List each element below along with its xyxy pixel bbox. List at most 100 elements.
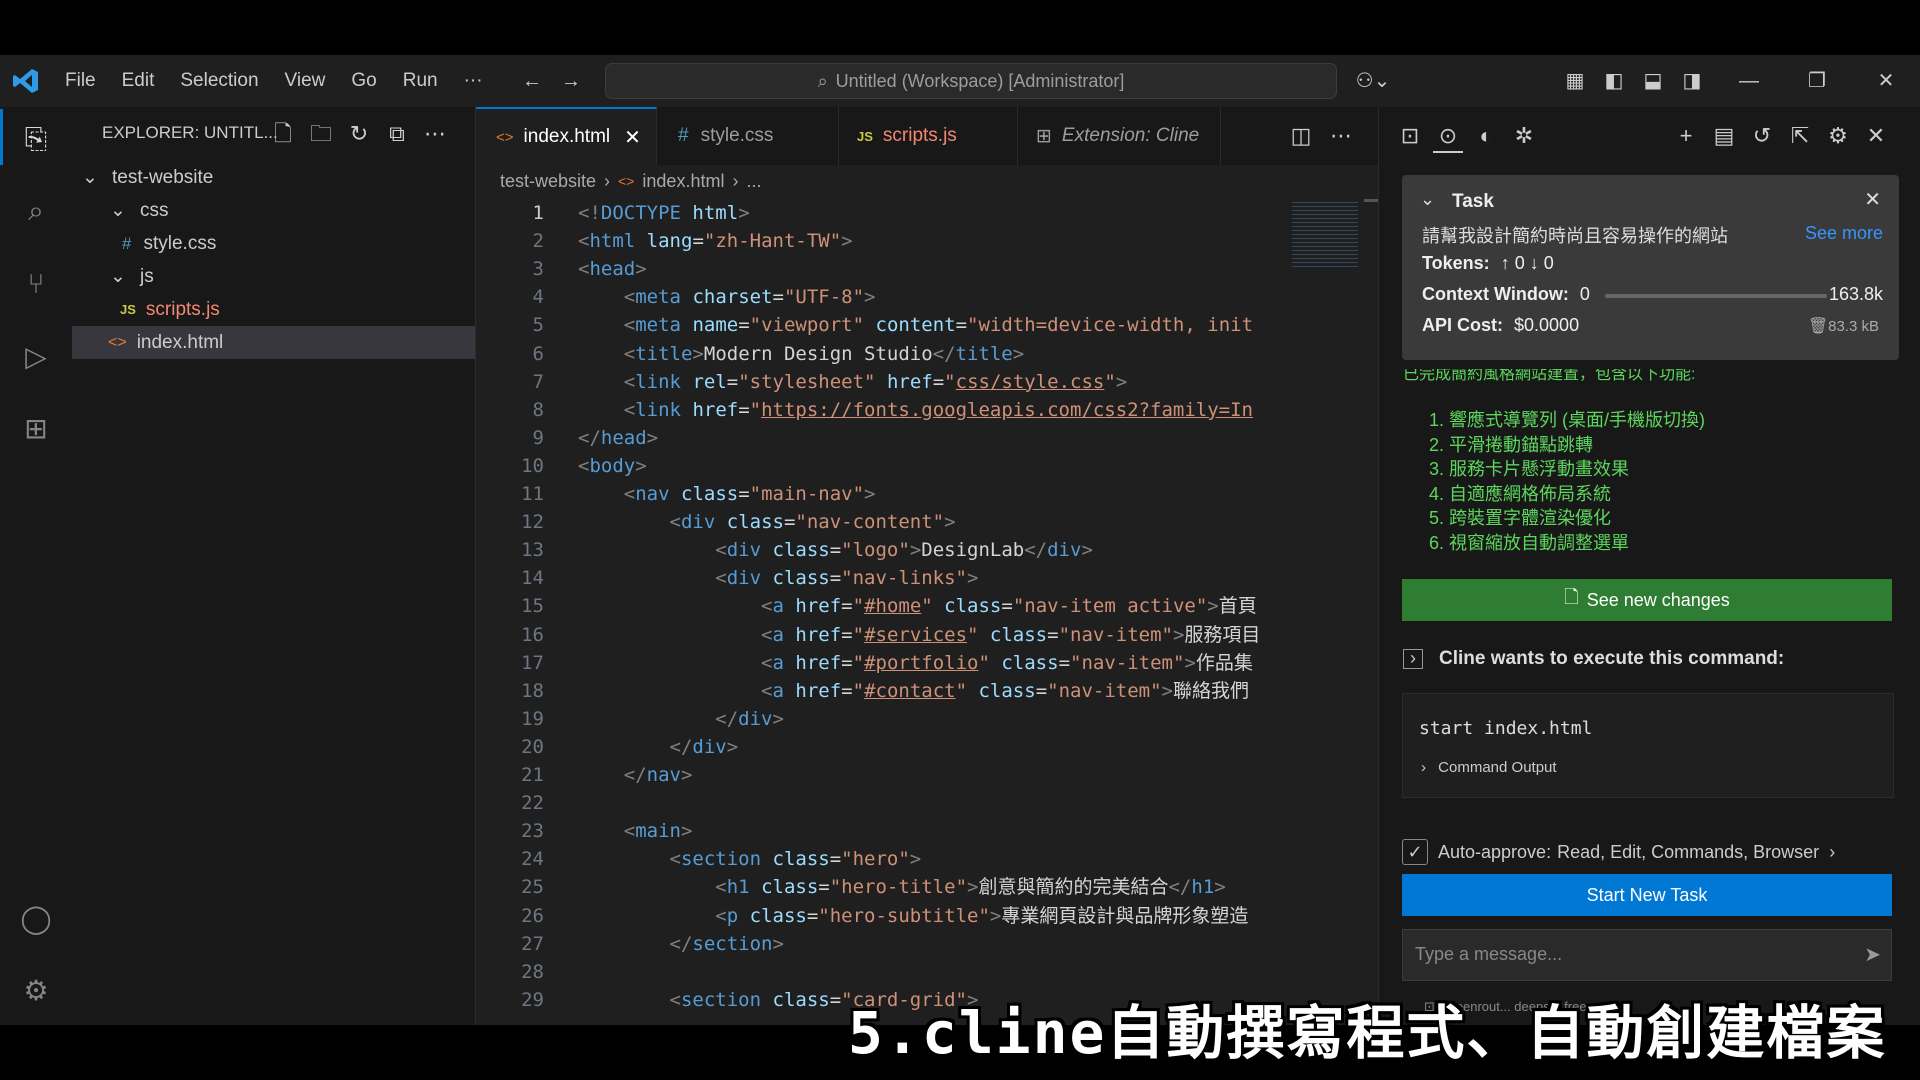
extensions-icon[interactable]: ⊞ bbox=[14, 407, 58, 451]
new-file-icon[interactable]: 🗋 bbox=[268, 119, 298, 149]
tab-scripts-js[interactable]: JS scripts.js bbox=[839, 107, 1018, 165]
command-center[interactable]: ⌕ Untitled (Workspace) [Administrator] bbox=[605, 63, 1337, 99]
start-new-task-button[interactable]: Start New Task bbox=[1402, 874, 1892, 916]
code-line[interactable]: 22 bbox=[476, 789, 1286, 817]
code-line[interactable]: 24 <section class="hero"> bbox=[476, 845, 1286, 873]
code-line[interactable]: 16 <a href="#services" class="nav-item">… bbox=[476, 621, 1286, 649]
terminal-icon: › bbox=[1403, 649, 1423, 669]
close-tab-icon[interactable]: ✕ bbox=[624, 125, 641, 150]
customize-layout-icon[interactable]: ▦ bbox=[1561, 67, 1589, 95]
tab-extension-cline[interactable]: ⊞ Extension: Cline bbox=[1018, 107, 1221, 165]
send-icon[interactable]: ➤ bbox=[1864, 942, 1881, 967]
tree-folder-test-website[interactable]: ⌄ test-website bbox=[72, 161, 475, 194]
menu-more[interactable]: ··· bbox=[451, 70, 496, 92]
restore-icon[interactable]: ❐ bbox=[1803, 67, 1831, 95]
see-new-changes-button[interactable]: 🗋 See new changes bbox=[1402, 579, 1892, 621]
mcp-servers-icon[interactable]: ▤ bbox=[1709, 121, 1739, 151]
trash-icon[interactable]: 🗑 bbox=[1808, 316, 1828, 336]
scrollbar[interactable] bbox=[1364, 199, 1378, 202]
new-task-plus-icon[interactable]: + bbox=[1671, 121, 1701, 151]
minimap[interactable] bbox=[1292, 199, 1358, 269]
puzzle-icon[interactable]: ✲ bbox=[1509, 121, 1539, 151]
close-panel-icon[interactable]: ✕ bbox=[1861, 121, 1891, 151]
tab-index-html[interactable]: <> index.html ✕ bbox=[476, 107, 657, 165]
menu-go[interactable]: Go bbox=[338, 70, 389, 92]
code-line[interactable]: 5 <meta name="viewport" content="width=d… bbox=[476, 311, 1286, 339]
search-icon[interactable]: ⌕ bbox=[14, 189, 58, 233]
menu-selection[interactable]: Selection bbox=[167, 70, 271, 92]
code-line[interactable]: 1 <!DOCTYPE html> bbox=[476, 199, 1286, 227]
open-in-editor-icon[interactable]: ⇱ bbox=[1785, 121, 1815, 151]
code-line[interactable]: 9 </head> bbox=[476, 424, 1286, 452]
code-line[interactable]: 19 </div> bbox=[476, 705, 1286, 733]
settings-gear-icon[interactable]: ⚙ bbox=[1823, 121, 1853, 151]
menu-edit[interactable]: Edit bbox=[109, 70, 168, 92]
see-more-link[interactable]: See more bbox=[1805, 223, 1883, 244]
code-line[interactable]: 15 <a href="#home" class="nav-item activ… bbox=[476, 592, 1286, 620]
breadcrumb-folder[interactable]: test-website bbox=[500, 171, 596, 192]
account-icon[interactable]: ◯ bbox=[14, 897, 58, 941]
code-line[interactable]: 17 <a href="#portfolio" class="nav-item"… bbox=[476, 649, 1286, 677]
code-line[interactable]: 12 <div class="nav-content"> bbox=[476, 508, 1286, 536]
toggle-secondary-sidebar-icon[interactable]: ◨ bbox=[1678, 67, 1706, 95]
toggle-panel-icon[interactable]: ⬓ bbox=[1639, 67, 1667, 95]
menu-view[interactable]: View bbox=[272, 70, 339, 92]
collapse-all-icon[interactable]: ⧉ bbox=[382, 119, 412, 149]
tree-file-scripts-js[interactable]: JS scripts.js bbox=[72, 293, 475, 326]
tab-style-css[interactable]: # style.css bbox=[658, 107, 839, 165]
menu-file[interactable]: File bbox=[52, 70, 109, 92]
breadcrumb-file[interactable]: index.html bbox=[642, 171, 724, 192]
tree-file-index-html[interactable]: <> index.html bbox=[72, 326, 475, 359]
code-line[interactable]: 26 <p class="hero-subtitle">專業網頁設計與品牌形象塑… bbox=[476, 902, 1286, 930]
code-line[interactable]: 10 <body> bbox=[476, 452, 1286, 480]
code-line[interactable]: 11 <nav class="main-nav"> bbox=[476, 480, 1286, 508]
editor-more-icon[interactable]: ⋯ bbox=[1326, 121, 1356, 151]
code-line[interactable]: 23 <main> bbox=[476, 817, 1286, 845]
code-line[interactable]: 21 </nav> bbox=[476, 761, 1286, 789]
toggle-primary-sidebar-icon[interactable]: ◧ bbox=[1600, 67, 1628, 95]
code-line[interactable]: 7 <link rel="stylesheet" href="css/style… bbox=[476, 368, 1286, 396]
forward-arrow-icon[interactable]: → bbox=[557, 67, 585, 95]
code-line[interactable]: 13 <div class="logo">DesignLab</div> bbox=[476, 536, 1286, 564]
code-line[interactable]: 3 <head> bbox=[476, 255, 1286, 283]
code-line[interactable]: 20 </div> bbox=[476, 733, 1286, 761]
manage-gear-icon[interactable]: ⚙ bbox=[14, 969, 58, 1013]
auto-approve-row[interactable]: ✓ Auto-approve: Read, Edit, Commands, Br… bbox=[1402, 837, 1835, 867]
close-task-icon[interactable]: ✕ bbox=[1864, 187, 1881, 212]
source-control-icon[interactable]: ⑂ bbox=[14, 262, 58, 306]
history-icon[interactable]: ↺ bbox=[1747, 121, 1777, 151]
code-line[interactable]: 14 <div class="nav-links"> bbox=[476, 564, 1286, 592]
command-output-toggle[interactable]: › Command Output bbox=[1421, 759, 1557, 776]
menu-run[interactable]: Run bbox=[390, 70, 451, 92]
more-actions-icon[interactable]: ⋯ bbox=[420, 119, 450, 149]
message-input[interactable]: Type a message... ➤ bbox=[1402, 929, 1892, 981]
code-line[interactable]: 4 <meta charset="UTF-8"> bbox=[476, 283, 1286, 311]
code-line[interactable]: 6 <title>Modern Design Studio</title> bbox=[476, 340, 1286, 368]
chat-icon[interactable]: ⊡ bbox=[1395, 121, 1425, 151]
ring-icon[interactable]: ◐ bbox=[1471, 121, 1501, 151]
explorer-icon[interactable]: ⎘ bbox=[14, 117, 58, 161]
checkbox-icon[interactable]: ✓ bbox=[1402, 839, 1428, 865]
code-line[interactable]: 8 <link href="https://fonts.googleapis.c… bbox=[476, 396, 1286, 424]
robot-icon[interactable]: ⊙ bbox=[1433, 121, 1463, 153]
code-editor[interactable]: 1 <!DOCTYPE html> 2 <html lang="zh-Hant-TW"… bbox=[476, 199, 1286, 1025]
code-line[interactable]: 28 bbox=[476, 958, 1286, 986]
tree-folder-css[interactable]: ⌄ css bbox=[72, 194, 475, 227]
tree-file-style-css[interactable]: # style.css bbox=[72, 227, 475, 260]
new-folder-icon[interactable]: 🗀 bbox=[306, 119, 336, 149]
refresh-icon[interactable]: ↻ bbox=[344, 119, 374, 149]
code-line[interactable]: 2 <html lang="zh-Hant-TW"> bbox=[476, 227, 1286, 255]
code-line[interactable]: 18 <a href="#contact" class="nav-item">聯… bbox=[476, 677, 1286, 705]
code-line[interactable]: 27 </section> bbox=[476, 930, 1286, 958]
code-line[interactable]: 25 <h1 class="hero-title">創意與簡約的完美結合</h1… bbox=[476, 873, 1286, 901]
close-window-icon[interactable]: ✕ bbox=[1872, 67, 1900, 95]
chevron-down-icon[interactable]: ⌄ bbox=[1420, 189, 1435, 210]
copilot-icon[interactable]: ⚇⌄ bbox=[1352, 67, 1394, 95]
tree-folder-js[interactable]: ⌄ js bbox=[72, 260, 475, 293]
minimize-icon[interactable]: — bbox=[1735, 67, 1763, 95]
run-debug-icon[interactable]: ▷ bbox=[14, 335, 58, 379]
breadcrumb-rest[interactable]: ... bbox=[746, 171, 761, 192]
back-arrow-icon[interactable]: ← bbox=[518, 67, 546, 95]
split-editor-icon[interactable]: ◫ bbox=[1286, 121, 1316, 151]
